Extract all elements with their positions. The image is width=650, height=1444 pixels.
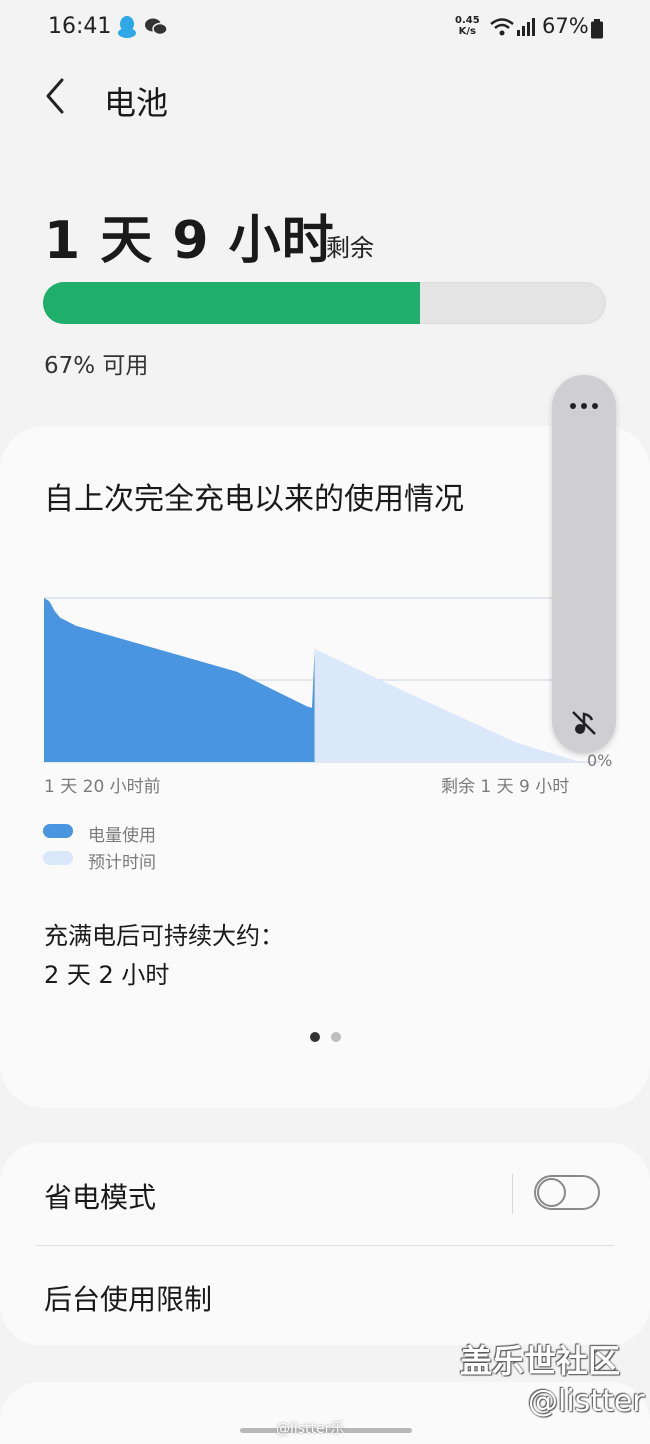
chart-x-end-label: 剩余 1 天 9 小时 <box>441 777 570 797</box>
usage-card-title: 自上次完全充电以来的使用情况 <box>44 482 464 517</box>
legend-estimated-swatch <box>43 851 73 865</box>
chart-series-estimated-area <box>314 648 580 762</box>
battery-available-text: 67% 可用 <box>44 353 149 379</box>
mute-icon[interactable] <box>570 709 598 737</box>
status-time: 16:41 <box>48 14 112 39</box>
qq-icon <box>118 16 136 38</box>
toggle-divider <box>512 1174 513 1214</box>
network-speed: 0.45 K/s <box>455 15 480 37</box>
chart-y-min-label: 0% <box>587 751 613 770</box>
back-chevron-icon <box>46 78 64 114</box>
more-dots-icon[interactable] <box>566 398 602 414</box>
battery-icon <box>591 19 603 39</box>
watermark-handle: @listter <box>528 1384 645 1419</box>
network-speed-value: 0.45 <box>455 15 480 26</box>
settings-divider <box>36 1245 614 1246</box>
full-charge-value: 2 天 2 小时 <box>44 961 170 989</box>
legend-usage-label: 电量使用 <box>88 826 156 846</box>
signal-icon <box>517 18 535 36</box>
battery-level-bar <box>43 282 606 324</box>
page-title: 电池 <box>104 84 169 122</box>
legend-usage-swatch <box>43 824 73 838</box>
watermark-community: 盖乐世社区 <box>460 1342 621 1380</box>
background-usage-limit-item[interactable]: 后台使用限制 <box>44 1278 212 1318</box>
back-button[interactable] <box>36 74 80 118</box>
page-indicator-dot-active[interactable] <box>310 1032 320 1042</box>
battery-level-fill <box>43 282 421 324</box>
wifi-icon <box>490 18 514 36</box>
status-battery-percent: 67% <box>542 14 589 38</box>
legend-estimated-label: 预计时间 <box>88 853 156 873</box>
power-saving-label[interactable]: 省电模式 <box>44 1176 156 1216</box>
page-indicator-dot[interactable] <box>331 1032 341 1042</box>
remaining-time: 1 天 9 小时 <box>44 211 335 271</box>
wechat-icon <box>145 18 168 36</box>
chart-x-start-label: 1 天 20 小时前 <box>44 777 161 797</box>
network-speed-unit: K/s <box>458 26 477 37</box>
toggle-knob <box>537 1178 566 1207</box>
remaining-suffix: 剩余 <box>326 234 374 262</box>
floating-side-panel[interactable] <box>552 375 616 753</box>
full-charge-label: 充满电后可持续大约： <box>44 922 284 950</box>
watermark-weibo: @listter乐 <box>276 1421 345 1437</box>
power-saving-toggle[interactable] <box>534 1175 600 1210</box>
